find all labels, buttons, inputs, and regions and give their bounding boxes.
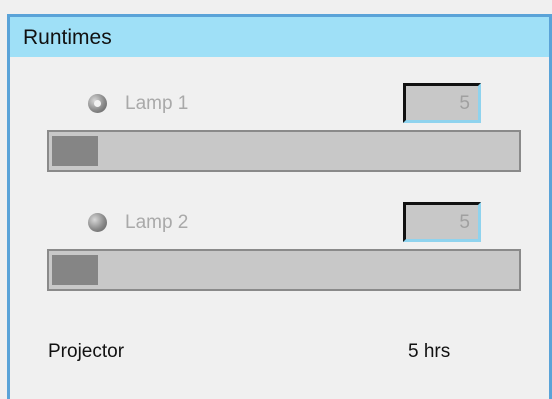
projector-hours-value: 5 hrs [408, 341, 451, 362]
lamp-1-hours-field[interactable]: 5 [403, 83, 481, 123]
lamp-2-radio[interactable] [88, 213, 107, 232]
lamp-1-radio[interactable] [88, 94, 107, 113]
lamp-2-hours-value: 5 [459, 212, 470, 233]
lamp-1-hours-value: 5 [459, 93, 470, 114]
panel-title: Runtimes [23, 26, 112, 49]
lamp-1-progress-bar [47, 130, 521, 172]
lamp-2-progress-bar [47, 249, 521, 291]
runtimes-panel: Runtimes Lamp 1 5 Lamp 2 5 Projector 5 h… [0, 0, 552, 399]
lamp-1-label: Lamp 1 [125, 93, 189, 114]
panel-left-border [7, 14, 10, 399]
lamp-2-progress-fill [52, 255, 98, 285]
panel-title-bar: Runtimes [7, 14, 552, 57]
projector-label: Projector [48, 341, 125, 362]
lamp-2-label: Lamp 2 [125, 212, 189, 233]
radio-selected-dot [94, 100, 101, 107]
lamp-2-hours-field[interactable]: 5 [403, 202, 481, 242]
lamp-1-progress-fill [52, 136, 98, 166]
